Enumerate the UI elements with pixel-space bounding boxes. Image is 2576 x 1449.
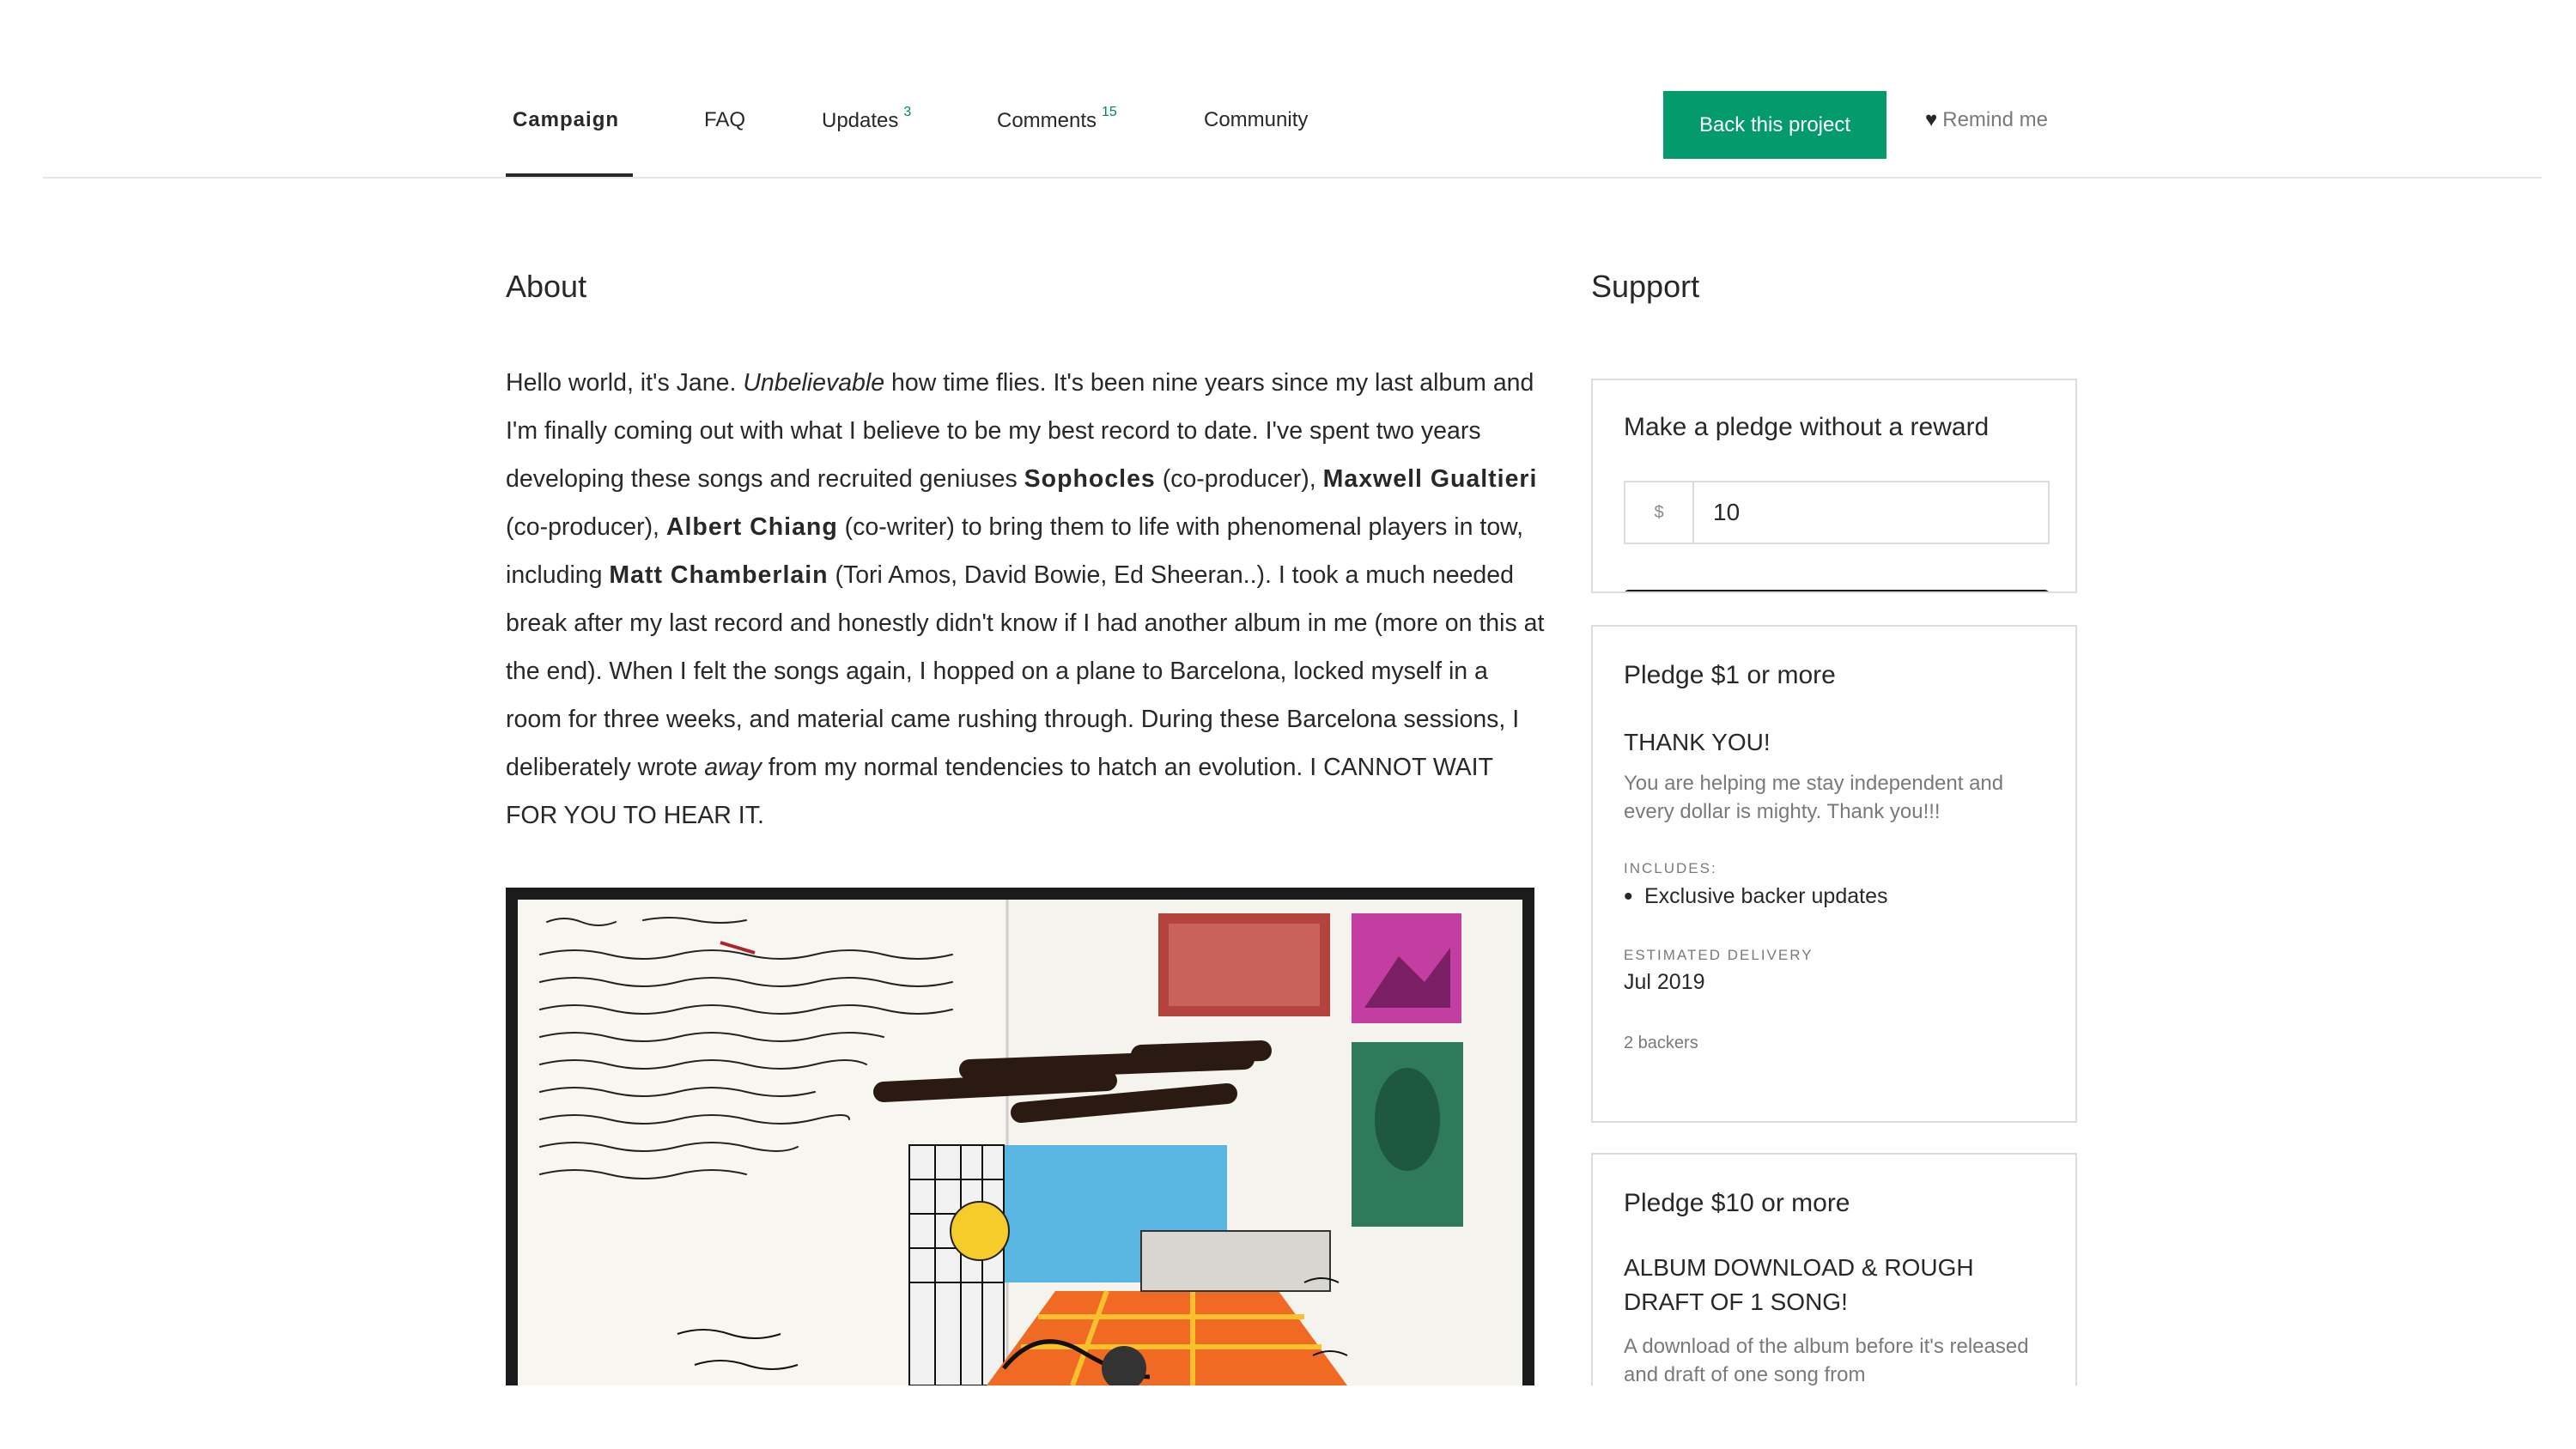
tab-faq[interactable]: FAQ <box>704 108 745 132</box>
reward-card[interactable]: Pledge $10 or more ALBUM DOWNLOAD & ROUG… <box>1591 1153 2077 1410</box>
tab-community-label: Community <box>1204 108 1309 131</box>
tab-comments-label: Comments <box>997 109 1097 132</box>
remind-me-label: Remind me <box>1942 108 2048 131</box>
tab-campaign-label: Campaign <box>513 108 620 131</box>
sketchbook-illustration <box>506 888 1534 1385</box>
pledge-amount-field[interactable]: $ <box>1624 481 2050 544</box>
reward-name: THANK YOU! <box>1624 729 1771 755</box>
no-reward-pledge-card[interactable]: Make a pledge without a reward $ <box>1591 379 2077 593</box>
backers-count: 2 backers <box>1624 1034 1698 1052</box>
about-collaborator-name: Matt Chamberlain <box>609 561 829 589</box>
about-text: Hello world, it's Jane. <box>506 369 744 397</box>
reward-card[interactable]: Pledge $1 or more THANK YOU! You are hel… <box>1591 625 2077 1123</box>
includes-label: INCLUDES: <box>1624 860 1717 876</box>
comments-count-badge: 15 <box>1102 105 1117 119</box>
reward-description: You are helping me stay independent and … <box>1624 772 2004 823</box>
delivery-label: ESTIMATED DELIVERY <box>1624 947 1814 963</box>
currency-symbol: $ <box>1625 482 1694 543</box>
tab-community[interactable]: Community <box>1204 108 1308 132</box>
page-bottom-edge <box>0 1385 2576 1449</box>
sketchbook-image <box>506 888 1534 1385</box>
tab-updates[interactable]: Updates 3 <box>822 105 912 133</box>
reward-title: Pledge $1 or more <box>1624 661 1836 689</box>
support-heading: Support <box>1591 269 1700 304</box>
about-emphasis: away <box>704 754 762 781</box>
continue-button[interactable] <box>1624 590 2050 591</box>
about-heading: About <box>506 269 587 304</box>
about-collaborator-name: Albert Chiang <box>665 513 838 541</box>
back-project-button[interactable]: Back this project <box>1663 91 1886 159</box>
tab-updates-label: Updates <box>822 109 899 132</box>
about-collaborator-name: Maxwell Gualtieri <box>1322 465 1538 493</box>
delivery-date: Jul 2019 <box>1624 970 1705 994</box>
reward-include-item: Exclusive backer updates <box>1624 882 1888 912</box>
about-emphasis: Unbelievable <box>743 369 885 397</box>
about-collaborator-name: Sophocles <box>1024 465 1156 493</box>
tab-comments[interactable]: Comments 15 <box>997 105 1117 133</box>
no-reward-title: Make a pledge without a reward <box>1624 413 1990 441</box>
reward-description: A download of the album before it's rele… <box>1624 1335 2029 1386</box>
about-description: Hello world, it's Jane. Unbelievable how… <box>506 359 1549 840</box>
about-text: (co-producer), <box>506 513 666 541</box>
pledge-amount-input[interactable] <box>1694 482 2048 543</box>
remind-me-button[interactable]: ♥ Remind me <box>1925 108 2048 132</box>
project-nav: Campaign FAQ Updates 3 Comments 15 Communi… <box>0 0 2576 179</box>
reward-title: Pledge $10 or more <box>1624 1189 1850 1217</box>
tab-faq-label: FAQ <box>704 108 746 131</box>
updates-count-badge: 3 <box>903 105 912 119</box>
tab-campaign[interactable]: Campaign <box>513 108 619 132</box>
reward-name: ALBUM DOWNLOAD & ROUGH DRAFT OF 1 SONG! <box>1624 1254 1974 1315</box>
about-text: (co-producer), <box>1155 465 1323 493</box>
about-text: (Tori Amos, David Bowie, Ed Sheeran..). … <box>506 561 1545 781</box>
heart-icon: ♥ <box>1925 108 1938 131</box>
nav-divider <box>43 177 2542 179</box>
